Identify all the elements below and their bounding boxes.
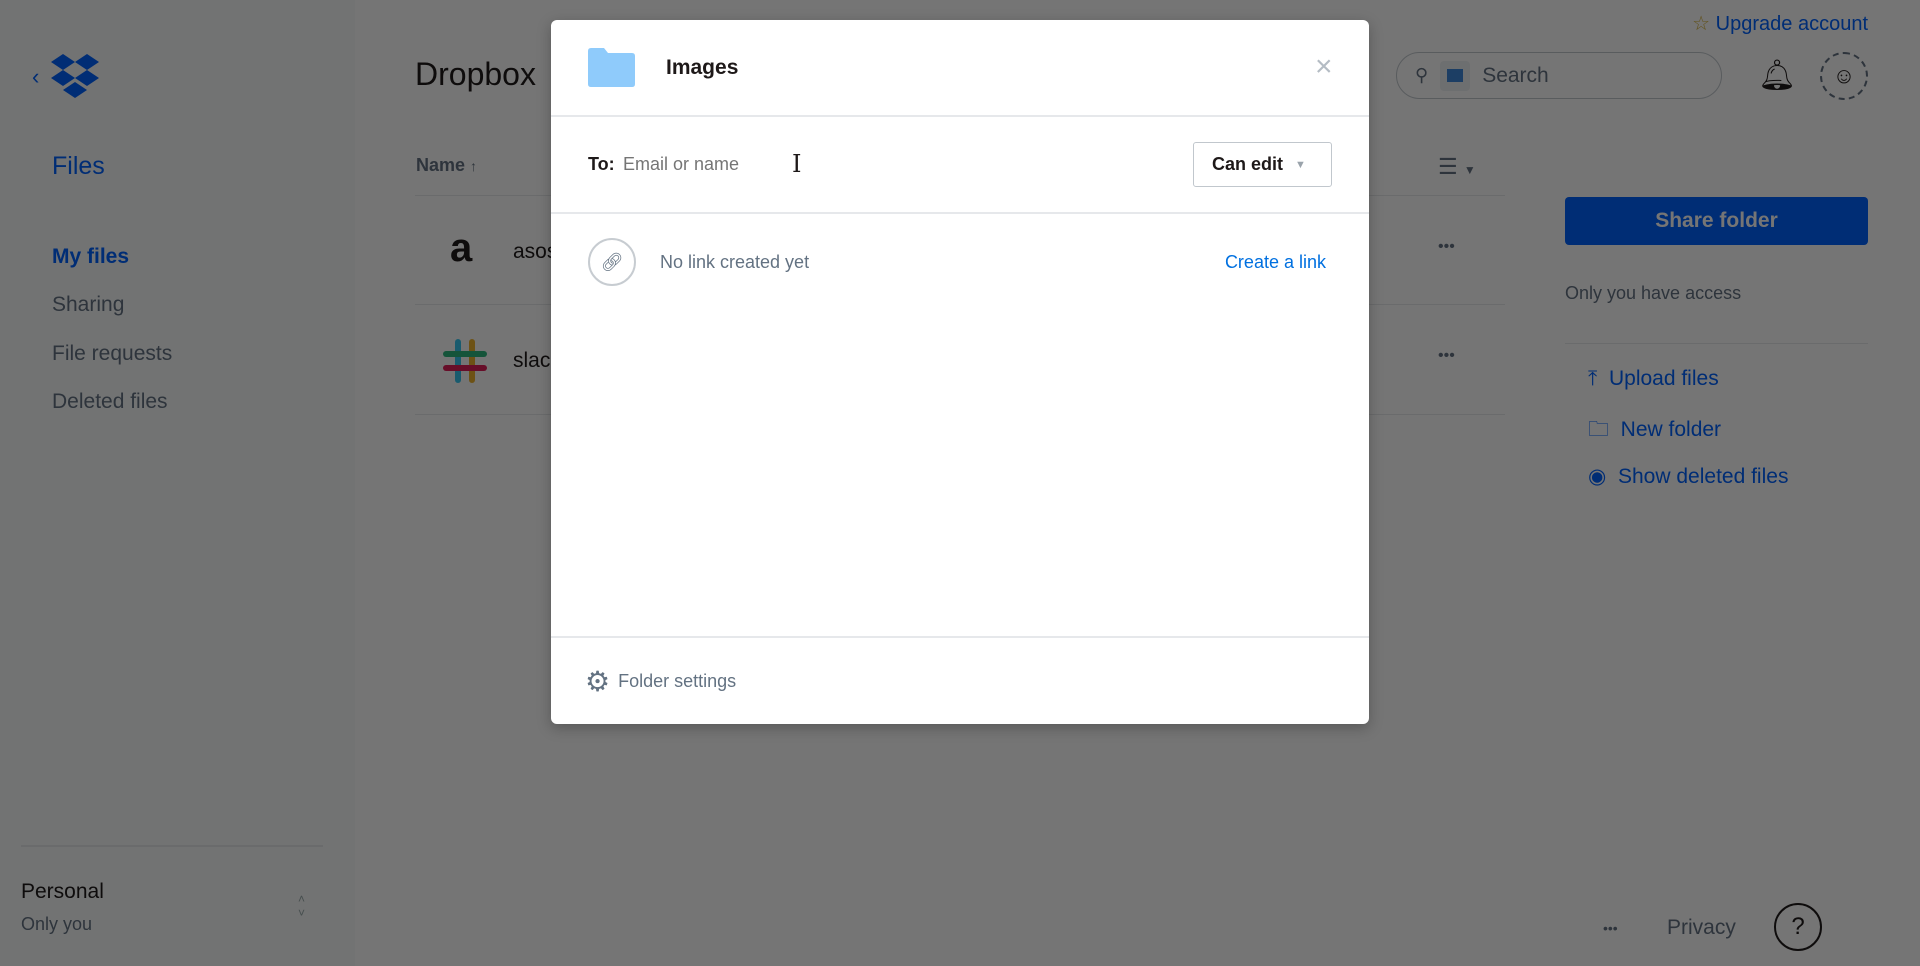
upgrade-label: Upgrade account (1715, 13, 1868, 35)
upload-files-action[interactable]: ⤒ Upload files (1588, 367, 1719, 391)
modal-divider (551, 212, 1369, 214)
footer-more-icon[interactable]: ••• (1603, 920, 1618, 936)
sidebar-item-file-requests[interactable]: File requests (52, 342, 172, 366)
bell-icon[interactable]: 🔔︎ (1758, 58, 1796, 93)
privacy-link[interactable]: Privacy (1667, 916, 1736, 940)
sidebar-item-my-files[interactable]: My files (52, 245, 129, 269)
avatar[interactable]: ☺ (1820, 52, 1868, 100)
modal-divider (551, 115, 1369, 117)
to-label: To: (588, 154, 615, 174)
back-chevron-icon[interactable]: ‹ (32, 64, 39, 90)
search-input[interactable]: ⚲ Search (1396, 52, 1722, 99)
sidebar (0, 0, 355, 966)
create-link-button[interactable]: Create a link (1225, 252, 1326, 273)
folder-icon (588, 48, 635, 87)
recipient-input[interactable] (623, 146, 1183, 182)
dropbox-logo[interactable] (50, 54, 100, 98)
link-status: No link created yet (660, 252, 810, 272)
action-label: Upload files (1608, 367, 1719, 390)
folder-settings-label: Folder settings (618, 671, 737, 691)
slack-logo (443, 339, 487, 383)
sidebar-section-title[interactable]: Files (52, 152, 105, 181)
share-modal: Images × To: I Can edit ▼ 🔗︎ No link cre… (551, 20, 1369, 724)
folder-icon: 🗀︎ (1588, 418, 1609, 441)
show-deleted-files-action[interactable]: ◉ Show deleted files (1588, 464, 1788, 489)
permission-dropdown[interactable]: Can edit ▼ (1193, 142, 1332, 187)
upload-icon: ⤒ (1588, 367, 1598, 390)
row-more-icon[interactable]: ••• (1438, 347, 1455, 365)
action-label: Show deleted files (1618, 465, 1789, 488)
page-title: Dropbox (415, 56, 536, 92)
text-cursor-icon: I (792, 150, 802, 178)
sort-arrow-icon: ↑ (470, 158, 478, 174)
asos-logo: a (450, 226, 473, 270)
list-view-icon[interactable]: ☰ ▼ (1438, 154, 1476, 180)
action-label: New folder (1620, 418, 1722, 441)
gear-icon: ⚙ (585, 666, 611, 697)
upgrade-account-link[interactable]: ☆ Upgrade account (1692, 11, 1868, 36)
name-label: Name (416, 155, 466, 175)
account-subtitle: Only you (21, 914, 93, 934)
permission-value: Can edit (1212, 154, 1284, 174)
share-folder-button[interactable]: Share folder (1565, 197, 1868, 245)
sidebar-item-sharing[interactable]: Sharing (52, 293, 124, 317)
eye-icon: ◉ (1588, 465, 1607, 488)
row-more-icon[interactable]: ••• (1438, 238, 1455, 256)
folder-settings-button[interactable]: ⚙ Folder settings (585, 665, 736, 698)
close-icon[interactable]: × (1315, 50, 1333, 84)
search-icon: ⚲ (1415, 65, 1429, 85)
name-column-header[interactable]: Name ↑ (416, 155, 477, 176)
help-button[interactable]: ? (1774, 903, 1822, 951)
star-icon: ☆ (1692, 13, 1711, 35)
link-icon: 🔗︎ (588, 238, 636, 286)
folder-scope-icon (1440, 60, 1471, 91)
access-status: Only you have access (1565, 283, 1742, 303)
account-switcher-icon[interactable]: ˄ ˅ (298, 892, 305, 920)
new-folder-action[interactable]: 🗀︎ New folder (1588, 415, 1721, 450)
sidebar-divider (21, 845, 323, 847)
search-placeholder: Search (1482, 63, 1549, 87)
panel-divider (1565, 343, 1868, 344)
account-name[interactable]: Personal (21, 880, 104, 904)
modal-title: Images (666, 56, 739, 79)
modal-divider (551, 636, 1369, 638)
chevron-down-icon: ▼ (1295, 158, 1306, 171)
sidebar-item-deleted-files[interactable]: Deleted files (52, 390, 168, 414)
